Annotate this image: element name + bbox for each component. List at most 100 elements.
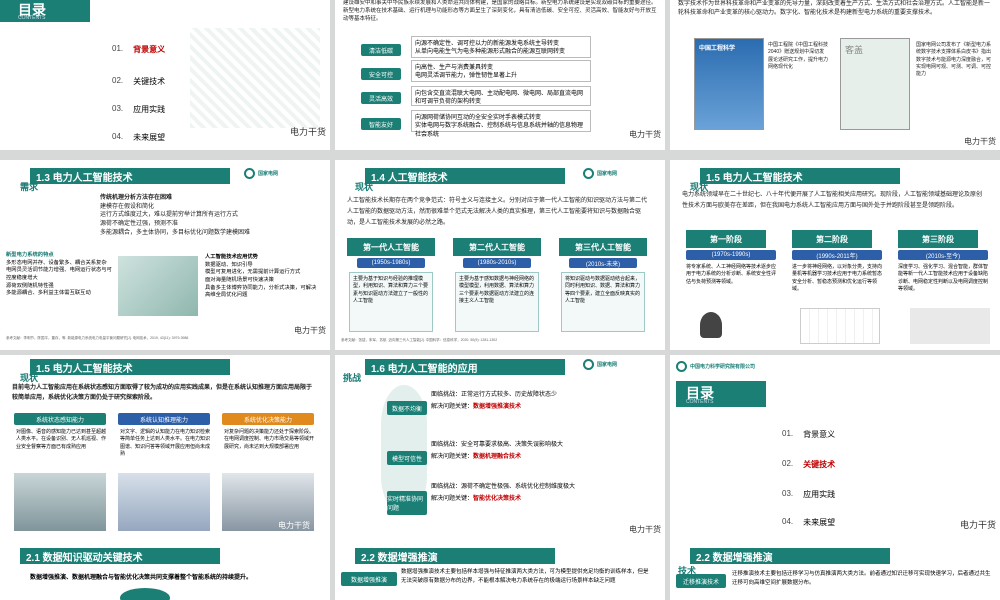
row-2: 面临挑战：安全可靠要求极高、决策失误影响极大 解决问题关键：数据机理融合技术: [431, 442, 564, 460]
stage-3-title: 第三阶段: [898, 230, 978, 248]
watermark: 电力干货: [278, 521, 310, 530]
note-2: 国家电网公司发布了《新型电力系统数字技术支撑体系白皮书》指出数字技术与能源电力深…: [916, 42, 992, 77]
paragraph: 数字技术作为世界科技革命和产业变革的先导力量，深刻改变着生产方式、生活方式和社会…: [678, 1, 991, 16]
gen-2-desc: 主要为基于感知数据与神经网络的模型模型，利用数据、算法和算力三个要素与数据驱动方…: [455, 272, 539, 332]
paragraph: 电力系统领域早在二十世纪七、八十年代便开展了人工智能相关应用研究。现阶段，人工智…: [682, 192, 983, 209]
slide-thumbnail-10[interactable]: 2.1 数据知识驱动关键技术 数据增强推演、数据机理融合与智能优化决策共同支撑着…: [0, 540, 330, 600]
gen-1-period: (1950s-1980s): [357, 258, 425, 268]
features-right: 人工智能技术应用优势 数据驱动、知识引导 模型可复用进化，无需提前计算运行方式 面对…: [205, 254, 317, 299]
toc-item-4: 04. 未来展望: [112, 132, 166, 142]
col-3-text: 对复杂问题的决策能力还处于探索阶段。在电网调度控制、电力市场交易等领域开展研究，…: [224, 429, 315, 450]
section-tag: 现状: [355, 182, 374, 192]
journal-cover: 中国工程科学: [694, 38, 764, 130]
stage-2-desc: 进一步将神经网络，以对象分类，支持向量机等机器学习技术应用于电力系统暂态安全分析…: [792, 264, 883, 292]
col-3-head: 系统优化决策能力: [222, 413, 314, 425]
company-logo: 国家电网: [244, 168, 278, 179]
summary-line: 数据增强推演、数据机理融合与智能优化决策共同支撑着整个智能系统的持续提升。: [30, 575, 253, 581]
tag-label: 数据增强推演: [341, 572, 397, 586]
stage-2-period: (1990s-2011年): [792, 250, 882, 260]
paragraph: 目前电力人工智能应用在系统状态感知方面取得了较为成功的应用实践成果，但是在系统认…: [12, 385, 313, 402]
slide-title: 2.2 数据增强推演: [355, 548, 555, 564]
slide-title: 2.1 数据知识驱动关键技术: [20, 548, 220, 564]
slide-thumbnail-4[interactable]: 1.3 电力人工智能技术 需求 国家电网 传统机理分析方法存在困难 建模存在假设…: [0, 160, 330, 350]
stage-2-title: 第二阶段: [792, 230, 872, 248]
gen-2-period: (1980s-2010s): [463, 258, 531, 268]
watermark: 电力干货: [629, 130, 661, 139]
note-1: 中国工程院《中国工程科技2040》赠送规划中深切发展论述研究工作，提升电力网络现…: [768, 42, 829, 70]
toc-subtitle: CONTENTS: [686, 399, 714, 405]
stage-3-desc: 深度学习、强化学习、混合智能，群体智能等新一代人工智能技术应用于设备缺陷诊断、电…: [898, 264, 989, 292]
col-2-text: 对文字、逻辑的认知能力在电力知识检索等简单任务上达到人类水平。在电力知识图谱、知…: [120, 429, 211, 457]
slide-thumbnail-6[interactable]: 1.5 电力人工智能技术 现状 电力系统领域早在二十世纪七、八十年代便开展了人工…: [670, 160, 1000, 350]
row-1: 面临挑战：正常运行方式较多、历史故障状态少 解决问题关键：数据增强推演技术: [431, 392, 558, 410]
toc-header: 目录 CONTENTS: [676, 381, 766, 407]
tag-smart: 智能友好: [361, 118, 401, 130]
watermark: 电力干货: [629, 525, 661, 534]
col-2-head: 系统认知推理能力: [118, 413, 210, 425]
slide-thumbnail-12[interactable]: 2.2 数据增强推演 技术 迁移推演技术 迁移推演技术主要包括迁移学习与仿真推演…: [670, 540, 1000, 600]
image-1: [14, 473, 106, 531]
toc-item-1: 01. 背景意义: [782, 429, 836, 439]
slide-thumbnail-9[interactable]: 中国电力科学研究院有限公司 目录 CONTENTS 01. 背景意义 02. 关键技…: [670, 355, 1000, 545]
tag-flex: 灵活高效: [361, 92, 401, 104]
slide-thumbnail-1[interactable]: 目录 CONTENTS 01. 背景意义 02. 关键技术 03. 应用实践 04. 未…: [0, 0, 330, 150]
diagram-thumbnail: [800, 308, 880, 344]
row-1-label: 数据不均衡: [387, 401, 427, 415]
row-3: 面临挑战：源荷不确定性极强、系统优化控制维度极大 解决问题关键：智能优化决策技术: [431, 484, 576, 502]
diagram-node: [120, 588, 170, 600]
gen-3-period: (2010s-未来): [569, 258, 637, 268]
row-flex: 向包含交直流混联大电网、主动配电网、微电网、局部直流电网和可调节负荷的架构转变: [411, 86, 591, 106]
slide-title: 1.5 电力人工智能技术: [30, 359, 230, 375]
gen-3-title: 第三代人工智能: [559, 238, 647, 256]
map-decoration: [190, 28, 320, 128]
col-1-head: 系统状态感知能力: [14, 413, 106, 425]
difficulty-list: 传统机理分析方法存在困难 建模存在假设和简化 运行方式维度过大，难以提前穷举计算所…: [100, 195, 251, 236]
slide-thumbnail-3[interactable]: 数字技术作为世界科技革命和产业变革的先导力量，深刻改变着生产方式、生活方式和社会…: [670, 0, 1000, 150]
toc-item-2: 02. 关键技术: [782, 459, 836, 469]
intro-text: 建设雄安中和事关中华民族永续发展和人类命运共同体构建，是国家的战略目标。新型电力…: [343, 0, 657, 22]
toc-item-3: 03. 应用实践: [112, 104, 166, 114]
slide-thumbnail-2[interactable]: 建设雄安中和事关中华民族永续发展和人类命运共同体构建，是国家的战略目标。新型电力…: [335, 0, 665, 150]
company-logo: 中国电力科学研究院有限公司: [676, 361, 755, 372]
toc-item-1: 01. 背景意义: [112, 44, 166, 54]
image-2: [118, 473, 210, 531]
paragraph: 迁移推演技术主要包括迁移学习与仿真推演两大类方法。前者通过知识迁移可实现快速学习…: [732, 571, 991, 586]
tag-safe: 安全可控: [361, 68, 401, 80]
slide-thumbnail-7[interactable]: 1.5 电力人工智能技术 现状 目前电力人工智能应用在系统状态感知方面取得了较为…: [0, 355, 330, 545]
company-logo: 国家电网: [583, 359, 617, 370]
toc-subtitle: CONTENTS: [18, 15, 46, 21]
paragraph: 数据增强推演技术主要包括样本增强与特征推演两大类方法，可为模型提供充足均衡的训练…: [401, 569, 649, 584]
watermark: 电力干货: [294, 326, 326, 335]
row-smart: 向源网荷储协同互动的全安全实时手表模式转变 实体电网与数字系统融合、控制系统与信息…: [411, 110, 591, 138]
features-left: 新型电力系统的特点 多形态电网并存、设备繁多、耦合关系复杂 电网员灵活调节能力增强…: [6, 252, 112, 297]
tag-clean: 清洁低碳: [361, 44, 401, 56]
row-clean: 向源不确定性、调可控以力的新能源发电系统主导转变 从单向电能生气为电多种能源形式融…: [411, 36, 591, 58]
feature-table: 清洁低碳 向源不确定性、调可控以力的新能源发电系统主导转变 从单向电能生气为电多种…: [343, 32, 658, 138]
company-logo: 国家电网: [583, 168, 617, 179]
slide-thumbnail-5[interactable]: 1.4 人工智能技术 现状 国家电网 人工智能技术长期存在两个竞争范式：符号主义…: [335, 160, 665, 350]
row-safe: 向高性、生产与消费兼具转变 电网灵活调节能力，弹性韧性显著上升: [411, 60, 591, 82]
grid-illustration: [118, 256, 198, 316]
slide-title: 2.2 数据增强推演: [690, 548, 890, 564]
stage-1-period: (1970s-1990s): [686, 250, 776, 260]
slide-title: 1.5 电力人工智能技术: [700, 168, 900, 184]
row-2-label: 模型可信性: [387, 451, 427, 465]
watermark: 电力干货: [959, 520, 996, 530]
gen-2-title: 第二代人工智能: [453, 238, 541, 256]
gen-1-desc: 主要为基于知识与经验的推理模型，利用知识、算法和算力三个要素与知识驱动方法建立了…: [349, 272, 433, 332]
chart-thumbnail: [910, 308, 990, 344]
slide-title: 1.4 人工智能技术: [365, 168, 565, 184]
section-tag: 需求: [20, 182, 39, 192]
tag-label: 迁移推演技术: [676, 574, 726, 588]
slide-thumbnail-11[interactable]: 2.2 数据增强推演 数据增强推演 数据增强推演技术主要包括样本增强与特征推演两…: [335, 540, 665, 600]
stage-1-desc: 将专家系统、人工神经网络等技术逐步应用于电力系统的分析诊断、系统安全性评估与负荷…: [686, 264, 777, 285]
reference: 参考文献：李明节，陈国平，董存，等. 新能源电力系统电力电量平衡问题研究[J].…: [6, 336, 189, 340]
toc-item-2: 02. 关键技术: [112, 76, 166, 86]
person-icon: [700, 312, 722, 338]
section-tag: 挑战: [343, 373, 362, 383]
watermark: 电力干货: [289, 127, 326, 137]
toc-item-3: 03. 应用实践: [782, 489, 836, 499]
toc-item-4: 04. 未来展望: [782, 517, 836, 527]
slide-title: 1.6 电力人工智能的应用: [365, 359, 565, 375]
slide-thumbnail-8[interactable]: 1.6 电力人工智能的应用 挑战 国家电网 数据不均衡 面临挑战：正常运行方式较…: [335, 355, 665, 545]
